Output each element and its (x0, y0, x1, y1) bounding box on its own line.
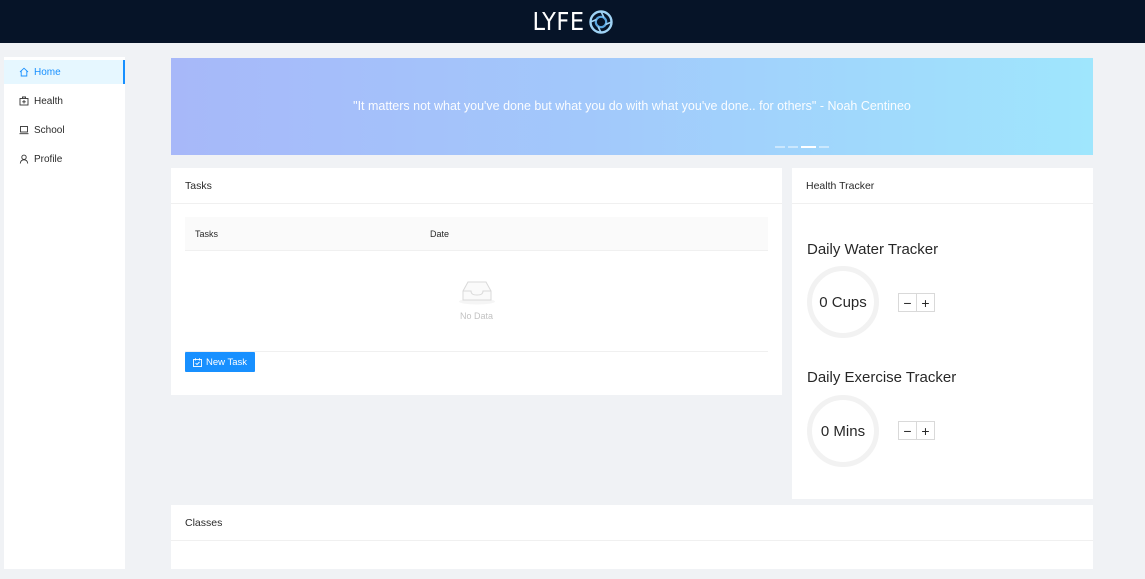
exercise-stepper: − + (898, 421, 935, 440)
column-header-tasks: Tasks (195, 228, 219, 239)
laptop-icon (19, 125, 29, 135)
exercise-progress-ring: 0 Mins (807, 395, 879, 467)
carousel-dots (775, 146, 829, 148)
water-tracker-title: Daily Water Tracker (807, 241, 939, 258)
quote-text: "It matters not what you've done but wha… (353, 98, 911, 113)
water-decrement-button[interactable]: − (898, 293, 917, 312)
exercise-tracker-title: Daily Exercise Tracker (807, 369, 957, 386)
empty-state: No Data (185, 251, 768, 352)
sidebar-item-school[interactable]: School (4, 118, 125, 142)
tasks-card-title: Tasks (171, 168, 782, 204)
home-icon (19, 67, 29, 77)
empty-inbox-icon (459, 281, 495, 305)
health-tracker-title: Health Tracker (792, 168, 1093, 204)
sidebar-item-profile[interactable]: Profile (4, 147, 125, 171)
calendar-check-icon (193, 357, 202, 367)
exercise-increment-button[interactable]: + (916, 421, 935, 440)
tasks-table: Tasks Date No Data (185, 217, 768, 352)
water-stepper: − + (898, 293, 935, 312)
sidebar-item-label: Home (34, 66, 61, 78)
table-header: Tasks Date (185, 217, 768, 251)
sidebar-item-label: School (34, 124, 65, 136)
app-logo[interactable]: LYFE (532, 7, 613, 36)
empty-text: No Data (459, 311, 494, 321)
aperture-icon (588, 9, 613, 34)
sidebar-item-home[interactable]: Home (4, 60, 125, 84)
carousel-dot[interactable] (775, 146, 785, 148)
exercise-decrement-button[interactable]: − (898, 421, 917, 440)
water-progress-ring: 0 Cups (807, 266, 879, 338)
water-value: 0 Cups (819, 293, 867, 311)
medkit-icon (19, 96, 29, 106)
logo-text: LYFE (532, 7, 585, 36)
tasks-card: Tasks Tasks Date No Data New Task (171, 168, 782, 395)
new-task-label: New Task (205, 356, 247, 368)
sidebar: Home Health School Profile (4, 57, 125, 569)
quote-carousel[interactable]: "It matters not what you've done but wha… (171, 58, 1093, 155)
sidebar-item-label: Health (34, 95, 63, 107)
new-task-button[interactable]: New Task (185, 352, 255, 372)
column-header-date: Date (430, 228, 450, 239)
classes-card-title: Classes (171, 505, 1093, 541)
water-increment-button[interactable]: + (916, 293, 935, 312)
exercise-value: 0 Mins (820, 422, 866, 440)
top-bar: LYFE (0, 0, 1145, 43)
carousel-dot[interactable] (819, 146, 829, 148)
user-icon (19, 154, 29, 164)
carousel-dot-active[interactable] (801, 146, 816, 148)
sidebar-item-label: Profile (34, 153, 63, 165)
classes-card: Classes (171, 505, 1093, 569)
carousel-dot[interactable] (788, 146, 798, 148)
health-tracker-card: Health Tracker Daily Water Tracker 0 Cup… (792, 168, 1093, 499)
sidebar-item-health[interactable]: Health (4, 89, 125, 113)
